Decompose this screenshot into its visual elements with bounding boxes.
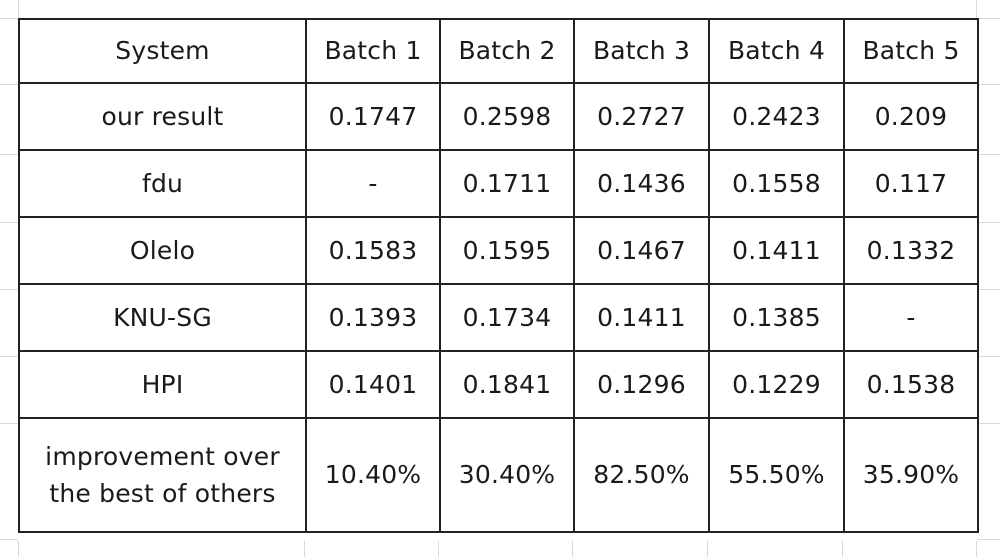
sheet-gridline xyxy=(0,18,18,19)
score-cell[interactable]: 0.117 xyxy=(843,149,979,218)
score-cell[interactable]: 0.2423 xyxy=(708,82,845,151)
table-row: KNU-SG 0.1393 0.1734 0.1411 0.1385 - xyxy=(18,283,979,352)
improvement-label-cell[interactable]: improvement over the best of others xyxy=(18,417,307,533)
improvement-label-line-1: improvement over xyxy=(45,441,280,471)
score-cell[interactable]: 0.1401 xyxy=(305,350,441,419)
sheet-gridline xyxy=(977,154,1000,155)
system-name-cell[interactable]: Olelo xyxy=(18,216,307,285)
score-cell[interactable]: 0.1467 xyxy=(573,216,710,285)
improvement-cell[interactable]: 10.40% xyxy=(305,417,441,533)
improvement-cell[interactable]: 55.50% xyxy=(708,417,845,533)
score-cell[interactable]: 0.1558 xyxy=(708,149,845,218)
table-row: Olelo 0.1583 0.1595 0.1467 0.1411 0.1332 xyxy=(18,216,979,285)
improvement-cell[interactable]: 30.40% xyxy=(439,417,575,533)
score-cell[interactable]: 0.1538 xyxy=(843,350,979,419)
score-cell[interactable]: 0.2727 xyxy=(573,82,710,151)
sheet-gridline xyxy=(304,541,305,557)
sheet-gridline xyxy=(18,0,19,18)
sheet-gridline xyxy=(977,356,1000,357)
score-cell[interactable]: 0.1595 xyxy=(439,216,575,285)
improvement-row: improvement over the best of others 10.4… xyxy=(18,417,979,533)
header-row: System Batch 1 Batch 2 Batch 3 Batch 4 B… xyxy=(18,18,979,84)
header-cell-batch-2[interactable]: Batch 2 xyxy=(439,18,575,84)
score-cell[interactable]: 0.1393 xyxy=(305,283,441,352)
score-cell[interactable]: 0.1734 xyxy=(439,283,575,352)
score-cell[interactable]: 0.1711 xyxy=(439,149,575,218)
sheet-gridline xyxy=(438,541,439,557)
table-row: HPI 0.1401 0.1841 0.1296 0.1229 0.1538 xyxy=(18,350,979,419)
results-table: System Batch 1 Batch 2 Batch 3 Batch 4 B… xyxy=(18,18,979,533)
sheet-gridline xyxy=(842,541,843,557)
improvement-label-line-2: the best of others xyxy=(49,479,276,508)
sheet-gridline xyxy=(572,541,573,557)
header-cell-batch-3[interactable]: Batch 3 xyxy=(573,18,710,84)
score-cell[interactable]: 0.2598 xyxy=(439,82,575,151)
header-cell-batch-5[interactable]: Batch 5 xyxy=(843,18,979,84)
system-name-cell[interactable]: KNU-SG xyxy=(18,283,307,352)
header-cell-batch-1[interactable]: Batch 1 xyxy=(305,18,441,84)
score-cell[interactable]: 0.1332 xyxy=(843,216,979,285)
sheet-gridline xyxy=(18,541,19,557)
improvement-cell[interactable]: 82.50% xyxy=(573,417,710,533)
header-cell-batch-4[interactable]: Batch 4 xyxy=(708,18,845,84)
sheet-gridline xyxy=(976,541,977,557)
score-cell[interactable]: 0.209 xyxy=(843,82,979,151)
sheet-gridline xyxy=(0,423,18,424)
score-cell[interactable]: 0.1296 xyxy=(573,350,710,419)
sheet-gridline xyxy=(977,18,1000,19)
sheet-gridline xyxy=(977,423,1000,424)
sheet-gridline xyxy=(0,154,18,155)
sheet-gridline xyxy=(977,539,1000,540)
sheet-gridline xyxy=(977,289,1000,290)
sheet-gridline xyxy=(977,84,1000,85)
sheet-gridline xyxy=(977,222,1000,223)
score-cell[interactable]: - xyxy=(843,283,979,352)
sheet-gridline xyxy=(707,541,708,557)
score-cell[interactable]: 0.1583 xyxy=(305,216,441,285)
system-name-cell[interactable]: our result xyxy=(18,82,307,151)
sheet-gridline xyxy=(0,539,18,540)
system-name-cell[interactable]: fdu xyxy=(18,149,307,218)
table-row: our result 0.1747 0.2598 0.2727 0.2423 0… xyxy=(18,82,979,151)
score-cell[interactable]: - xyxy=(305,149,441,218)
sheet-gridline xyxy=(0,289,18,290)
score-cell[interactable]: 0.1841 xyxy=(439,350,575,419)
table-row: fdu - 0.1711 0.1436 0.1558 0.117 xyxy=(18,149,979,218)
score-cell[interactable]: 0.1436 xyxy=(573,149,710,218)
sheet-gridline xyxy=(0,356,18,357)
sheet-gridline xyxy=(0,222,18,223)
sheet-gridline xyxy=(976,0,977,18)
improvement-label: improvement over the best of others xyxy=(45,438,280,513)
score-cell[interactable]: 0.1385 xyxy=(708,283,845,352)
improvement-cell[interactable]: 35.90% xyxy=(843,417,979,533)
score-cell[interactable]: 0.1411 xyxy=(708,216,845,285)
score-cell[interactable]: 0.1747 xyxy=(305,82,441,151)
score-cell[interactable]: 0.1411 xyxy=(573,283,710,352)
header-cell-system[interactable]: System xyxy=(18,18,307,84)
score-cell[interactable]: 0.1229 xyxy=(708,350,845,419)
system-name-cell[interactable]: HPI xyxy=(18,350,307,419)
sheet-gridline xyxy=(0,84,18,85)
